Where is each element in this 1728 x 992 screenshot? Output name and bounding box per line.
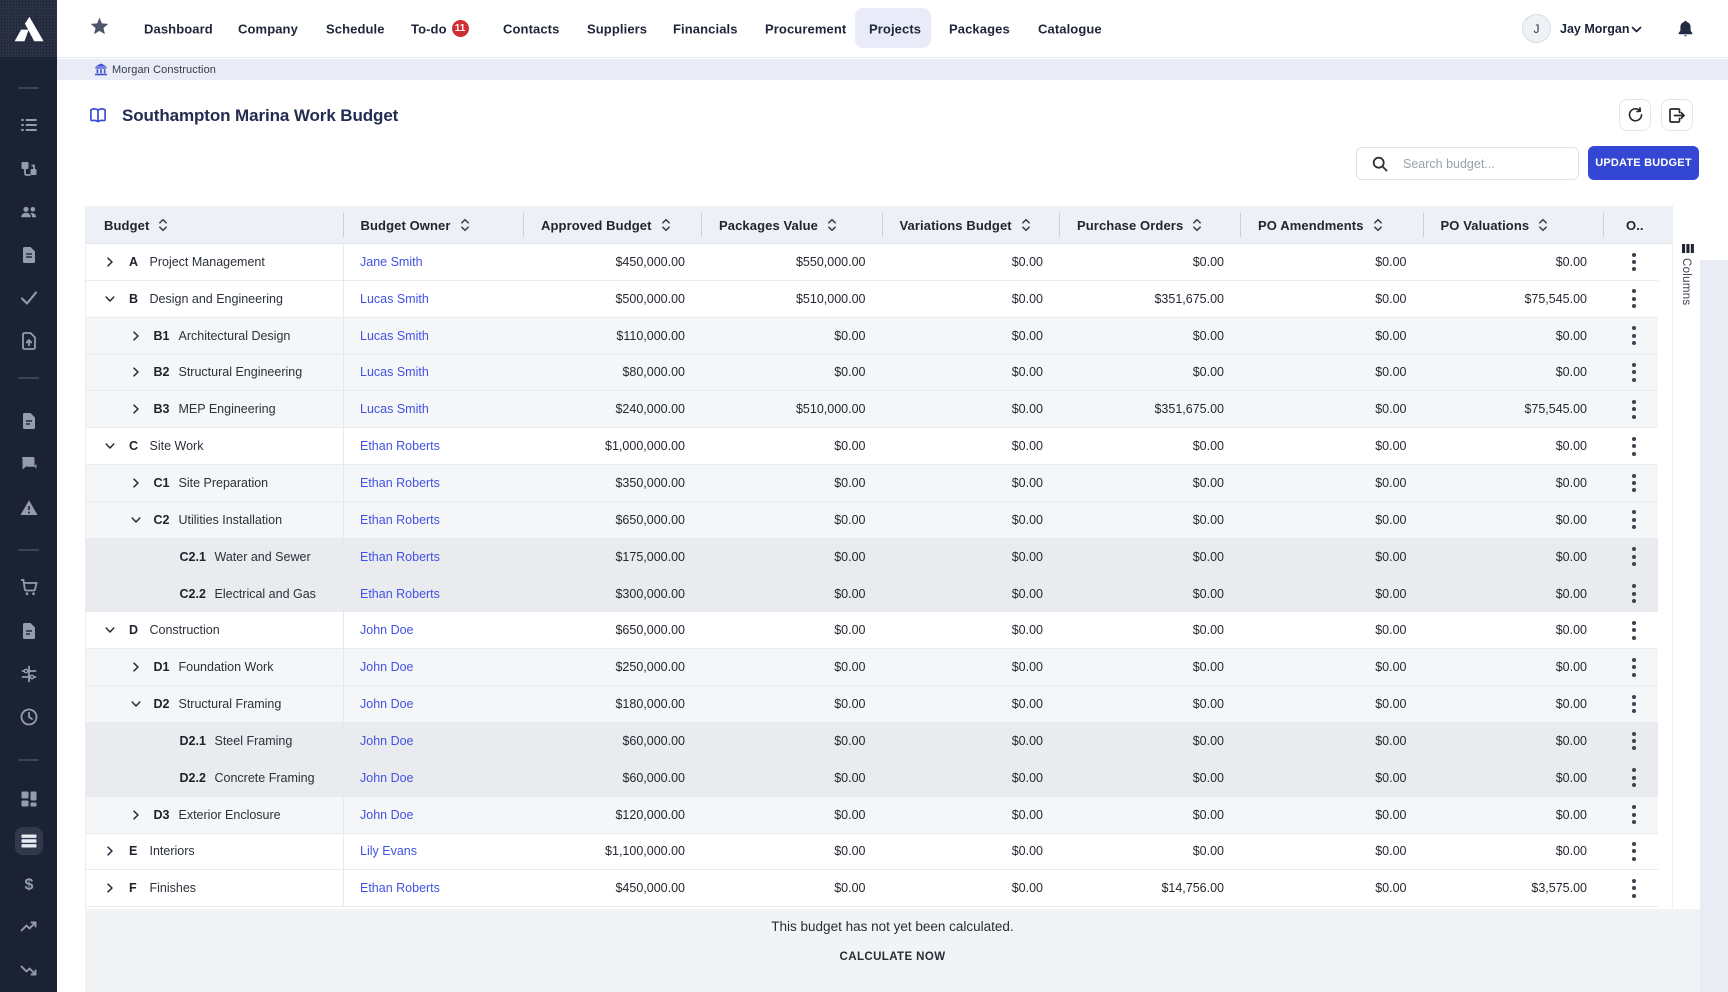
svg-text:$: $ [24,877,33,894]
